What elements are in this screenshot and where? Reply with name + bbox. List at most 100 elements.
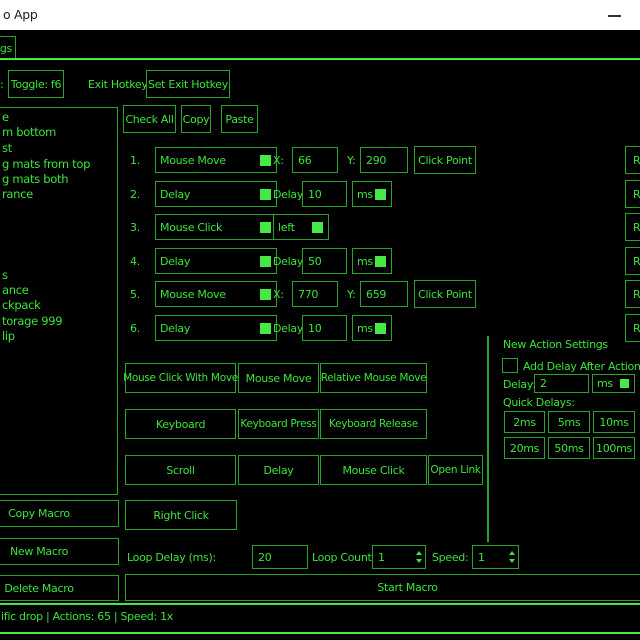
new-action-settings-title: New Action Settings [503, 338, 608, 351]
toggle-hotkey-button[interactable]: Toggle: f6 [8, 70, 64, 98]
quick-delay-5ms-button[interactable]: 5ms [548, 411, 590, 433]
action-type-dropdown[interactable]: Mouse Move [155, 147, 277, 173]
macro-list-item[interactable]: torage 999 [2, 314, 62, 328]
remove-action-button[interactable]: R [625, 146, 640, 174]
quick-delay-label: 10ms [599, 416, 628, 429]
palette-delay-button[interactable]: Delay [238, 455, 319, 485]
macro-list-item[interactable]: ckpack [2, 298, 41, 312]
new-macro-button[interactable]: New Macro [0, 538, 119, 565]
quick-delay-50ms-button[interactable]: 50ms [548, 437, 590, 459]
spinner-down-icon[interactable] [509, 559, 515, 563]
action-type-dropdown[interactable]: Delay [155, 181, 277, 207]
palette-open-link-button[interactable]: Open Link [428, 455, 483, 485]
macro-list-item[interactable]: m bottom [2, 125, 56, 139]
remove-action-button[interactable]: R [625, 213, 640, 241]
palette-mouse-click-button[interactable]: Mouse Click [320, 455, 427, 485]
check-all-button[interactable]: Check All [123, 105, 176, 133]
nas-delay-label: Delay: [503, 378, 536, 391]
speed-stepper[interactable]: 1 [472, 545, 519, 569]
palette-mouse-click-with-move-button[interactable]: Mouse Click With Move [125, 363, 236, 393]
loop-count-stepper[interactable]: 1 [372, 545, 426, 569]
delay-unit-dropdown[interactable]: ms [352, 181, 392, 207]
action-type-dropdown[interactable]: Delay [155, 315, 277, 341]
remove-action-button[interactable]: R [625, 280, 640, 308]
action-type-dropdown[interactable]: Mouse Click [155, 214, 277, 240]
delay-input[interactable] [302, 248, 347, 274]
window-title: o App [3, 0, 38, 30]
palette-relative-mouse-move-button[interactable]: Relative Mouse Move [320, 363, 427, 393]
remove-label: R [633, 188, 640, 201]
mouse-button-dropdown[interactable]: left [273, 214, 329, 240]
remove-action-button[interactable]: R [625, 180, 640, 208]
palette-label: Keyboard [156, 418, 205, 431]
remove-action-button[interactable]: R [625, 247, 640, 275]
delay-unit-dropdown[interactable]: ms [352, 315, 392, 341]
quick-delay-2ms-button[interactable]: 2ms [504, 411, 545, 433]
action-type-value: Delay [160, 188, 190, 201]
macro-list-item[interactable]: g mats from top [2, 157, 90, 171]
action-type-dropdown[interactable]: Delay [155, 248, 277, 274]
spinner-up-icon[interactable] [509, 551, 515, 555]
nas-delay-unit-dropdown[interactable]: ms [592, 374, 635, 393]
add-delay-checkbox[interactable] [502, 358, 518, 373]
quick-delays-label: Quick Delays: [503, 396, 575, 409]
mouse-button-value: left [278, 221, 295, 234]
palette-right-click-button[interactable]: Right Click [125, 500, 237, 530]
speed-label: Speed: [432, 551, 468, 564]
tab-settings-label: gs [0, 42, 12, 55]
hotkey-label-fragment: : [0, 78, 3, 91]
delay-input[interactable] [302, 315, 347, 341]
palette-keyboard-press-button[interactable]: Keyboard Press [238, 409, 319, 439]
palette-label: Relative Mouse Move [321, 372, 427, 384]
spinner-up-icon[interactable] [416, 551, 422, 555]
macro-list-item[interactable]: e [2, 110, 9, 124]
dropdown-square-icon [375, 323, 386, 334]
delay-unit-dropdown[interactable]: ms [352, 248, 392, 274]
quick-delay-10ms-button[interactable]: 10ms [593, 411, 635, 433]
tab-settings[interactable]: gs [0, 36, 16, 60]
palette-keyboard-button[interactable]: Keyboard [125, 409, 236, 439]
paste-button[interactable]: Paste [221, 105, 258, 133]
x-input[interactable] [292, 281, 338, 307]
palette-label: Mouse Move [246, 372, 312, 385]
x-input[interactable] [292, 147, 338, 173]
action-type-value: Delay [160, 322, 190, 335]
palette-scroll-button[interactable]: Scroll [125, 455, 236, 485]
set-exit-hotkey-button[interactable]: Set Exit Hotkey [146, 70, 230, 98]
macro-list-item[interactable]: g mats both [2, 172, 68, 186]
palette-mouse-move-button[interactable]: Mouse Move [238, 363, 319, 393]
quick-delay-100ms-button[interactable]: 100ms [593, 437, 635, 459]
row-number: 2. [130, 188, 140, 201]
click-point-button[interactable]: Click Point [414, 280, 476, 308]
macro-list-item[interactable]: st [2, 141, 12, 155]
macro-list-item[interactable]: s [2, 268, 8, 282]
spinner-down-icon[interactable] [416, 559, 422, 563]
palette-label: Delay [263, 464, 293, 477]
y-input[interactable] [360, 147, 408, 173]
quick-delay-label: 100ms [596, 442, 632, 455]
quick-delay-20ms-button[interactable]: 20ms [504, 437, 545, 459]
macro-list-item[interactable]: lip [2, 329, 15, 343]
y-input[interactable] [360, 281, 408, 307]
palette-label: Mouse Click With Move [123, 372, 238, 384]
remove-action-button[interactable]: R [625, 314, 640, 342]
delete-macro-button[interactable]: Delete Macro [0, 575, 119, 601]
action-type-value: Mouse Move [160, 154, 226, 167]
delay-label: Delay [273, 322, 303, 335]
delay-input[interactable] [302, 181, 347, 207]
nas-delay-input[interactable] [534, 374, 589, 393]
copy-button[interactable]: Copy [181, 105, 211, 133]
macro-list-item[interactable]: ance [2, 283, 29, 297]
palette-keyboard-release-button[interactable]: Keyboard Release [320, 409, 427, 439]
row-number: 5. [130, 288, 140, 301]
action-type-dropdown[interactable]: Mouse Move [155, 281, 277, 307]
loop-delay-input[interactable] [252, 545, 308, 569]
macro-list[interactable]: e m bottom st g mats from top g mats bot… [0, 107, 118, 495]
y-label: Y: [347, 288, 355, 301]
palette-label: Keyboard Release [329, 418, 418, 430]
click-point-button[interactable]: Click Point [414, 146, 476, 174]
macro-list-item[interactable]: rance [2, 187, 33, 201]
copy-macro-button[interactable]: Copy Macro [0, 500, 119, 527]
minimize-icon[interactable] [608, 15, 621, 17]
start-macro-button[interactable]: Start Macro [125, 574, 640, 601]
